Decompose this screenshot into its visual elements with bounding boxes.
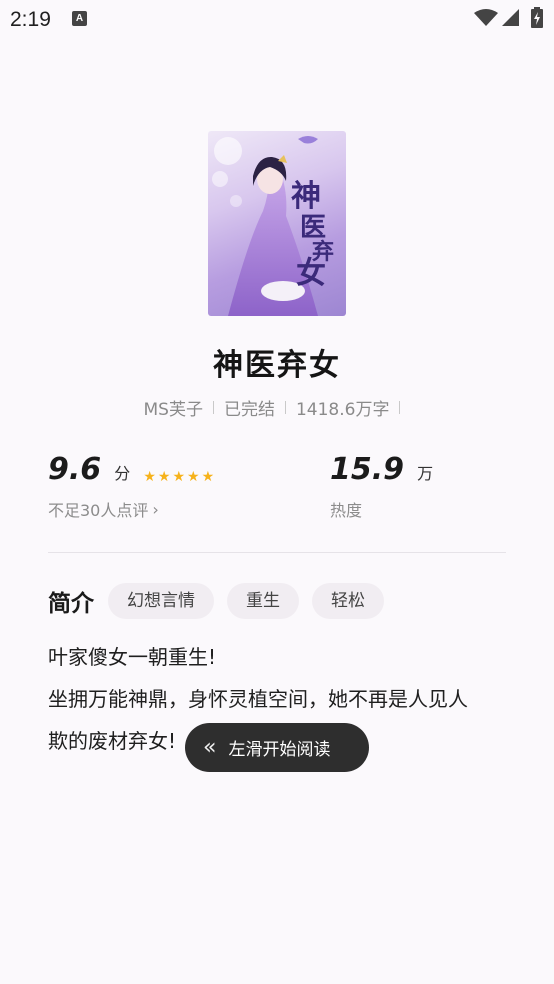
heat-block: 15.9 万 热度	[330, 452, 433, 521]
book-title: 神医弃女	[213, 348, 341, 383]
reviews-label: 不足30人点评	[48, 501, 149, 520]
description-line: 坐拥万能神鼎，身怀灵植空间，她不再是人见人	[48, 687, 468, 711]
swipe-to-read-toast: « 左滑开始阅读	[185, 723, 369, 772]
genre-tag[interactable]: 重生	[227, 583, 299, 619]
star-icon: ★	[172, 469, 186, 485]
rating-stars: ★ ★ ★ ★ ★	[143, 470, 214, 484]
meta-divider	[399, 401, 401, 414]
star-icon: ★	[157, 469, 171, 485]
author-name[interactable]: MS芙子	[144, 395, 203, 420]
heat-value: 15.9	[330, 452, 405, 487]
status-time: 2:19	[10, 8, 51, 31]
book-cover-image[interactable]: 神 医 弃 女	[208, 131, 346, 316]
signal-icon	[502, 9, 520, 31]
heat-unit: 万	[417, 464, 434, 483]
double-chevron-left-icon: «	[203, 735, 217, 760]
section-divider	[48, 552, 506, 553]
svg-text:女: 女	[296, 256, 326, 291]
rating-block: 9.6 分 ★ ★ ★ ★ ★ 不足30人点评 ›	[48, 452, 214, 521]
notification-app-icon: A	[72, 11, 87, 26]
meta-divider	[212, 401, 214, 414]
rating-score: 9.6	[48, 452, 102, 487]
genre-tag[interactable]: 幻想言情	[108, 583, 214, 619]
battery-charging-icon	[531, 7, 543, 32]
svg-text:神: 神	[291, 179, 321, 214]
wifi-icon	[474, 9, 498, 31]
heat-label: 热度	[330, 501, 363, 520]
intro-header: 简介 幻想言情 重生 轻松	[48, 583, 397, 619]
meta-divider	[284, 401, 286, 414]
star-icon: ★	[187, 469, 200, 485]
genre-tag[interactable]: 轻松	[312, 583, 384, 619]
word-count: 1418.6万字	[295, 400, 390, 420]
book-status: 已完结	[223, 400, 275, 420]
description-line: 叶家傻女一朝重生!	[48, 645, 217, 669]
intro-title: 简介	[48, 591, 94, 617]
star-icon: ★	[201, 469, 215, 485]
chevron-right-icon: ›	[152, 499, 159, 519]
rating-unit: 分	[114, 464, 131, 483]
toast-label: 左滑开始阅读	[228, 740, 331, 760]
book-meta: MS芙子 已完结 1418.6万字	[0, 395, 554, 420]
star-icon: ★	[143, 469, 156, 485]
reviews-link[interactable]: 不足30人点评 ›	[48, 497, 214, 521]
status-bar: 2:19 A	[0, 0, 554, 40]
